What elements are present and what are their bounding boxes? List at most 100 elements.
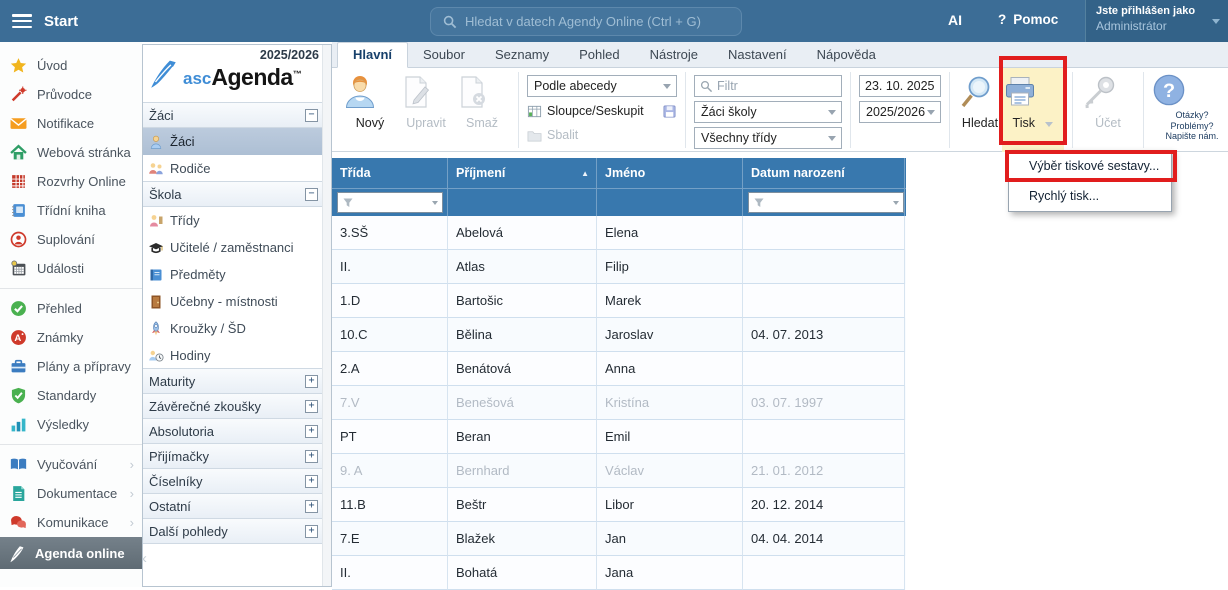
tree-section-skola[interactable]: Škola− — [143, 181, 324, 207]
table-row[interactable]: II.BohatáJana — [332, 556, 906, 590]
expand-icon[interactable]: + — [305, 475, 318, 488]
tree-section-ostatni[interactable]: Ostatní+ — [143, 493, 324, 519]
sidebar-item-udalosti[interactable]: Události — [0, 254, 142, 283]
sidebar-item-standardy[interactable]: Standardy — [0, 381, 142, 410]
column-header-trida[interactable]: Třída — [332, 158, 448, 188]
sidebar-item-webova-stranka[interactable]: Webová stránka — [0, 138, 142, 167]
tree-item-krouzky-sd[interactable]: Kroužky / ŠD — [143, 315, 324, 342]
expand-icon[interactable]: + — [305, 450, 318, 463]
table-row[interactable]: 2.ABenátováAnna — [332, 352, 906, 386]
columns-group-button[interactable]: Sloupce/Seskupit — [527, 101, 677, 121]
table-row[interactable]: 3.SŠAbelováElena — [332, 216, 906, 250]
panel-collapse-icon[interactable]: ‹ — [142, 550, 147, 567]
table-row[interactable]: 9. ABernhardVáclav21. 01. 2012 — [332, 454, 906, 488]
sidebar-item-agenda-online-active[interactable]: Agenda online — [0, 537, 142, 569]
new-button[interactable]: Nový — [342, 74, 398, 130]
tree-item-ucebny-mistnosti[interactable]: Učebny - místnosti — [143, 288, 324, 315]
cell-prijmeni: Beran — [448, 420, 597, 454]
cell-trida: 7.V — [332, 386, 448, 420]
sidebar-item-label: Komunikace — [37, 515, 109, 530]
sidebar-item-komunikace[interactable]: Komunikace› — [0, 508, 142, 537]
contact-button[interactable]: ? Otázky? Problémy? Napište nám. — [1152, 68, 1228, 142]
tree-item-hodiny[interactable]: Hodiny — [143, 342, 324, 369]
scope-select[interactable]: Žáci školy — [694, 101, 842, 123]
tree-item-rodice[interactable]: Rodiče — [143, 155, 324, 182]
sort-order-select[interactable]: Podle abecedy — [527, 75, 677, 97]
tab-seznamy[interactable]: Seznamy — [480, 43, 564, 67]
save-layout-icon[interactable] — [662, 104, 677, 119]
school-year-select[interactable]: 2025/2026 — [859, 101, 941, 123]
tree-item-tridy[interactable]: Třídy — [143, 207, 324, 234]
tree-item-ucitele-zamestnanci[interactable]: Učitelé / zaměstnanci — [143, 234, 324, 261]
sidebar-item-uvod[interactable]: Úvod — [0, 51, 142, 80]
filter-input[interactable]: Filtr — [694, 75, 842, 97]
tree-section-prijimacky[interactable]: Přijímačky+ — [143, 443, 324, 469]
menu-item-quick-print[interactable]: Rychlý tisk... — [1009, 181, 1171, 211]
tree-section-ciselniky[interactable]: Číselníky+ — [143, 468, 324, 494]
tab-nastroje[interactable]: Nástroje — [635, 43, 713, 67]
classes-select[interactable]: Všechny třídy — [694, 127, 842, 149]
edit-button[interactable]: Upravit — [398, 74, 454, 130]
collapse-button[interactable]: Sbalit — [527, 125, 677, 145]
sidebar-item-vysledky[interactable]: Výsledky — [0, 410, 142, 439]
menu-icon[interactable] — [12, 14, 32, 28]
help-button[interactable]: ? Pomoc — [998, 12, 1058, 27]
sidebar-item-tridni-kniha[interactable]: Třídní kniha — [0, 196, 142, 225]
menu-item-print-report-selection[interactable]: Výběr tiskové sestavy... — [1009, 151, 1171, 181]
search-button[interactable]: Hledat — [958, 68, 1002, 130]
cell-trida: 1.D — [332, 284, 448, 318]
sidebar-item-znamky[interactable]: AZnámky — [0, 323, 142, 352]
sidebar-item-pruvodce[interactable]: Průvodce — [0, 80, 142, 109]
delete-button[interactable]: Smaž — [454, 74, 510, 130]
date-field[interactable]: 23. 10. 2025 — [859, 75, 941, 97]
sidebar-item-suplovani[interactable]: Suplování — [0, 225, 142, 254]
start-button[interactable]: Start — [44, 13, 78, 30]
tree-item-zaci[interactable]: Žáci — [143, 128, 324, 155]
tab-hlavni[interactable]: Hlavní — [337, 42, 408, 68]
user-menu[interactable]: Jste přihlášen jako Administrátor — [1085, 0, 1228, 42]
cell-trida: II. — [332, 556, 448, 590]
table-row[interactable]: 7.VBenešováKristína03. 07. 1997 — [332, 386, 906, 420]
tab-pohled[interactable]: Pohled — [564, 43, 634, 67]
column-header-prijmeni[interactable]: Příjmení▲ — [448, 158, 597, 188]
cell-datum-narozeni — [743, 216, 905, 250]
expand-icon[interactable]: + — [305, 525, 318, 538]
global-search-input[interactable]: Hledat v datech Agendy Online (Ctrl + G) — [430, 7, 742, 36]
sidebar-item-rozvrhy-online[interactable]: Rozvrhy Online — [0, 167, 142, 196]
sidebar-item-plany-a-pripravy[interactable]: Plány a přípravy — [0, 352, 142, 381]
tab-nastaveni[interactable]: Nastavení — [713, 43, 802, 67]
tab-soubor[interactable]: Soubor — [408, 43, 480, 67]
expand-icon[interactable]: + — [305, 425, 318, 438]
trida-filter-select[interactable] — [337, 192, 443, 213]
expand-icon[interactable]: + — [305, 500, 318, 513]
tree-section-absolutoria[interactable]: Absolutoria+ — [143, 418, 324, 444]
tree-section-zaci[interactable]: Žáci− — [143, 102, 324, 128]
tree-scrollbar[interactable] — [322, 45, 331, 586]
collapse-icon[interactable]: − — [305, 109, 318, 122]
ai-button[interactable]: AI — [948, 12, 962, 28]
table-row[interactable]: 11.BBeštrLibor20. 12. 2014 — [332, 488, 906, 522]
tree-item-predmety[interactable]: Předměty — [143, 261, 324, 288]
tab-napoveda[interactable]: Nápověda — [802, 43, 891, 67]
table-row[interactable]: 7.EBlažekJan04. 04. 2014 — [332, 522, 906, 556]
column-header-datum-narozeni[interactable]: Datum narození — [743, 158, 905, 188]
table-row[interactable]: 10.CBělinaJaroslav04. 07. 2013 — [332, 318, 906, 352]
collapse-icon[interactable]: − — [305, 188, 318, 201]
sidebar-item-prehled[interactable]: Přehled — [0, 294, 142, 323]
tree-section-dalsi-pohledy[interactable]: Další pohledy+ — [143, 518, 324, 544]
column-header-jmeno[interactable]: Jméno — [597, 158, 743, 188]
user-role: Administrátor — [1096, 19, 1218, 33]
sidebar-item-vyucovani[interactable]: Vyučování› — [0, 450, 142, 479]
sidebar-item-notifikace[interactable]: Notifikace — [0, 109, 142, 138]
table-row[interactable]: PTBeranEmil — [332, 420, 906, 454]
sidebar-item-dokumentace[interactable]: Dokumentace› — [0, 479, 142, 508]
tree-section-maturity[interactable]: Maturity+ — [143, 368, 324, 394]
tree-section-zaverecne-zkousky[interactable]: Závěrečné zkoušky+ — [143, 393, 324, 419]
account-button[interactable]: Účet — [1081, 68, 1135, 130]
datum-filter-select[interactable] — [748, 192, 904, 213]
table-row[interactable]: 1.DBartošicMarek — [332, 284, 906, 318]
expand-icon[interactable]: + — [305, 375, 318, 388]
expand-icon[interactable]: + — [305, 400, 318, 413]
table-row[interactable]: II.AtlasFilip — [332, 250, 906, 284]
print-button[interactable]: Tisk — [1002, 68, 1064, 152]
